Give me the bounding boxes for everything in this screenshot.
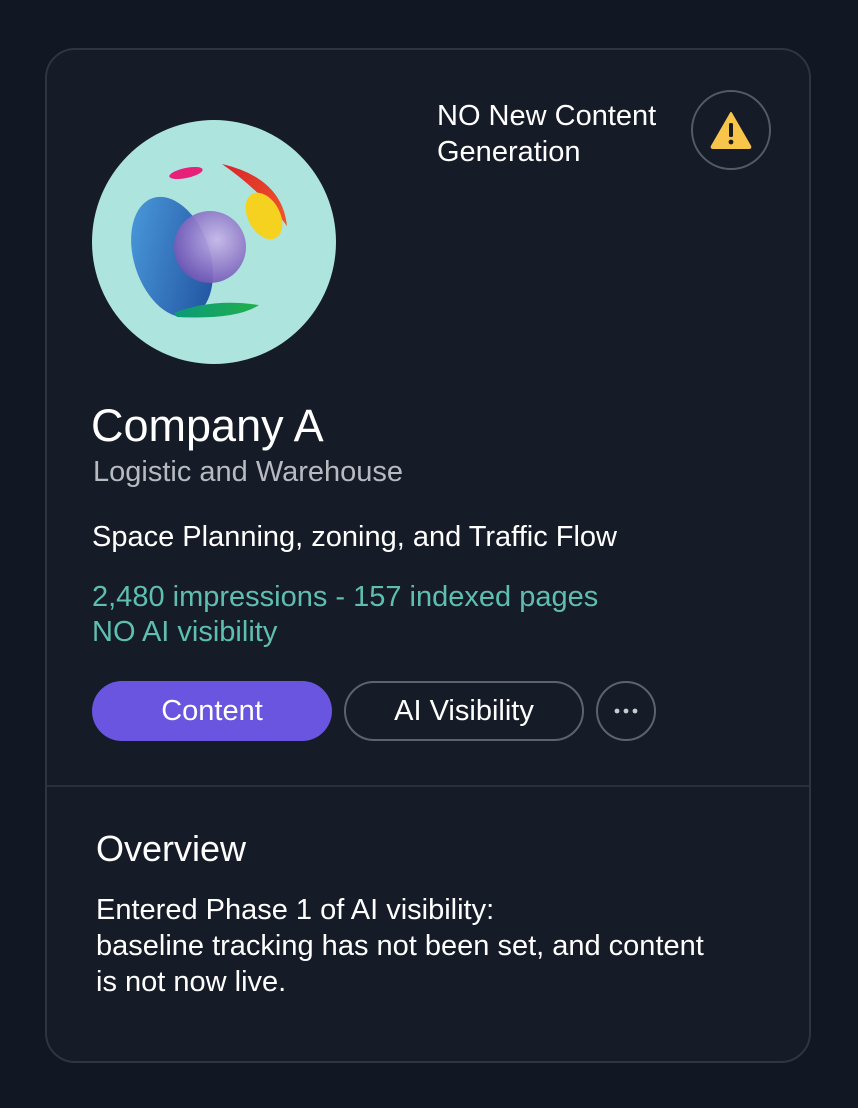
company-industry: Logistic and Warehouse <box>93 456 404 488</box>
ai-visibility-status: NO AI visibility <box>92 616 278 648</box>
stats-summary: 2,480 impressions - 157 indexed pages NO… <box>92 580 598 650</box>
no-content-alert: NO New Content Generation <box>437 98 682 170</box>
warning-icon[interactable] <box>691 90 771 170</box>
impressions-text: 2,480 impressions - 157 indexed pages <box>92 581 599 613</box>
section-divider <box>47 785 809 787</box>
content-button[interactable]: Content <box>92 681 332 741</box>
overview-title: Overview <box>96 828 247 869</box>
overview-description: Entered Phase 1 of AI visibility: baseli… <box>96 892 746 1000</box>
company-topic: Space Planning, zoning, and Traffic Flow <box>92 521 618 553</box>
company-logo <box>92 120 336 364</box>
more-horizontal-icon <box>614 708 638 714</box>
company-card: NO New Content Generation Company A Logi… <box>45 48 811 1063</box>
ai-visibility-button[interactable]: AI Visibility <box>344 681 584 741</box>
overview-line-2: baseline tracking has not been set, and … <box>96 930 704 962</box>
overview-line-1: Entered Phase 1 of AI visibility: <box>96 894 495 926</box>
alert-text-line1: NO New Content <box>437 100 657 132</box>
overview-line-3: is not now live. <box>96 966 287 998</box>
alert-text-line2: Generation <box>437 136 581 168</box>
more-options-button[interactable] <box>596 681 656 741</box>
company-name: Company A <box>91 400 324 451</box>
